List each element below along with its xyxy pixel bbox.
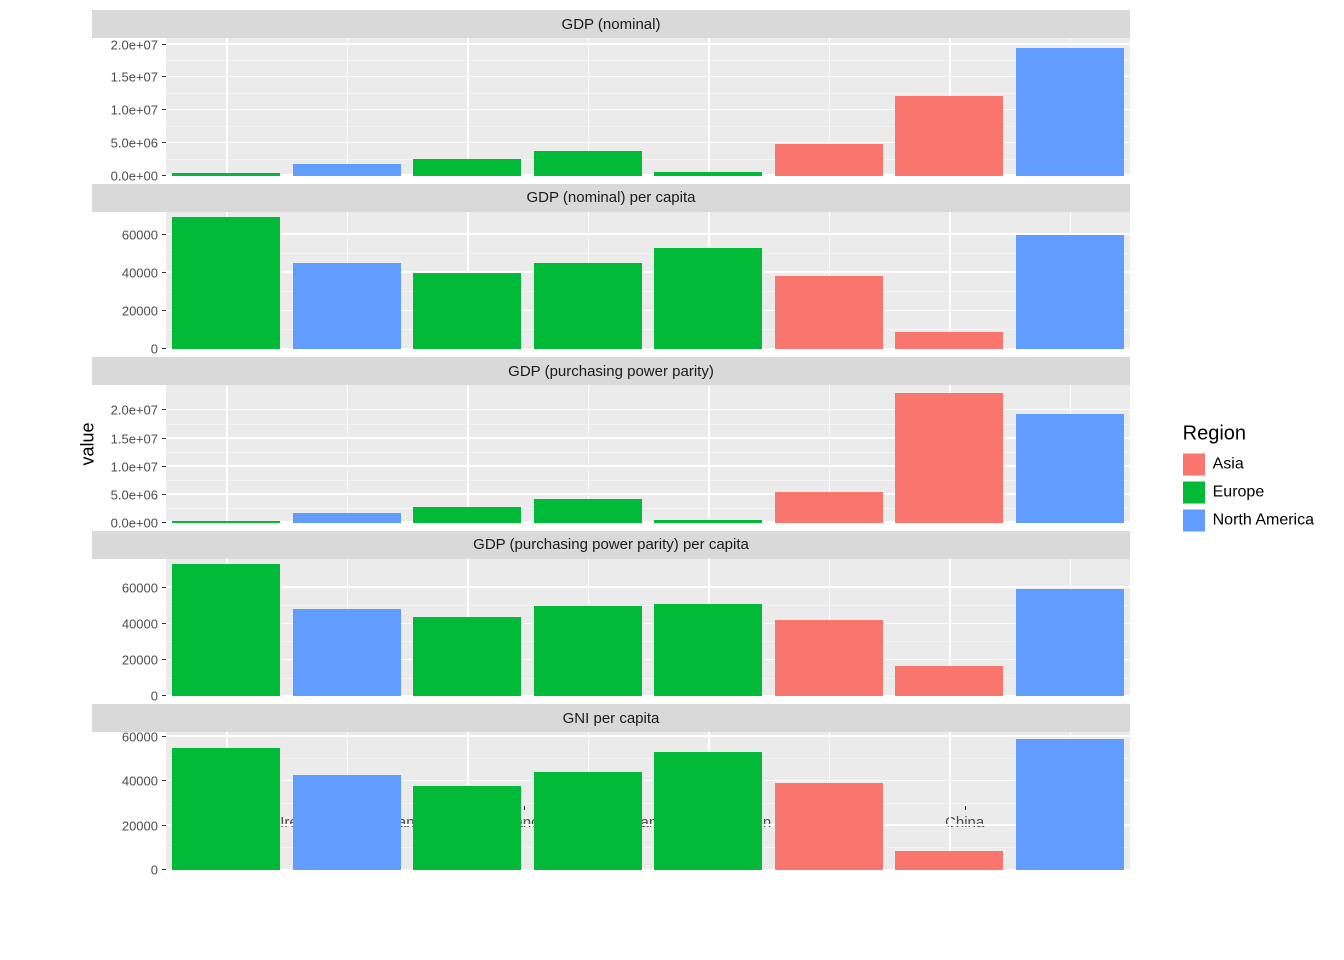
facet: GDP (nominal)0.0e+005.0e+061.0e+071.5e+0…	[92, 10, 1130, 176]
bar	[1016, 589, 1124, 697]
bar	[293, 164, 401, 175]
legend-swatch-icon	[1183, 510, 1205, 532]
facet-title: GDP (nominal)	[92, 10, 1130, 38]
bar	[172, 748, 280, 870]
bar	[172, 521, 280, 523]
bar	[775, 144, 883, 176]
legend-item-label: Europe	[1213, 484, 1265, 502]
y-tick-label: 5.0e+06	[111, 135, 158, 150]
bar	[775, 620, 883, 696]
bar	[172, 217, 280, 349]
bar	[534, 151, 642, 175]
legend-item-label: Asia	[1213, 456, 1244, 474]
y-tick-label: 20000	[122, 303, 158, 318]
bar	[895, 851, 1003, 870]
legend-title: Region	[1183, 423, 1314, 446]
y-tick-label: 20000	[122, 818, 158, 833]
y-tick-label: 60000	[122, 729, 158, 744]
facet: GNI per capita0200004000060000	[92, 704, 1130, 870]
bar	[1016, 739, 1124, 870]
facet-title: GDP (purchasing power parity)	[92, 357, 1130, 385]
legend-item: Asia	[1183, 454, 1314, 476]
y-tick-label: 1.0e+07	[111, 459, 158, 474]
bar	[413, 617, 521, 697]
bar	[413, 159, 521, 176]
facet-title: GDP (nominal) per capita	[92, 184, 1130, 212]
legend-swatch-icon	[1183, 454, 1205, 476]
y-tick-label: 0	[151, 862, 158, 877]
legend-item: North America	[1183, 510, 1314, 532]
y-tick-label: 0	[151, 689, 158, 704]
y-tick-label: 20000	[122, 653, 158, 668]
bar	[1016, 48, 1124, 175]
bar	[654, 604, 762, 696]
faceted-bar-chart: value GDP (nominal)0.0e+005.0e+061.0e+07…	[10, 10, 1130, 950]
plot-panel	[166, 212, 1130, 350]
bar	[895, 666, 1003, 696]
bar	[172, 173, 280, 175]
y-tick-label: 0.0e+00	[111, 168, 158, 183]
legend-item-label: North America	[1213, 512, 1314, 530]
bar	[534, 499, 642, 523]
facet-title: GDP (purchasing power parity) per capita	[92, 531, 1130, 559]
y-tick-label: 2.0e+07	[111, 403, 158, 418]
bar	[654, 520, 762, 523]
bar	[534, 606, 642, 697]
plot-panel	[166, 732, 1130, 870]
bar	[413, 273, 521, 349]
bar	[293, 775, 401, 870]
bar	[654, 172, 762, 176]
y-tick-label: 40000	[122, 774, 158, 789]
y-tick-label: 40000	[122, 616, 158, 631]
legend-item: Europe	[1183, 482, 1314, 504]
bar	[1016, 414, 1124, 523]
bar	[1016, 235, 1124, 349]
bar	[293, 513, 401, 523]
facet-title: GNI per capita	[92, 704, 1130, 732]
plot-panel	[166, 385, 1130, 523]
bar	[534, 772, 642, 870]
bar	[895, 332, 1003, 349]
bar	[895, 393, 1003, 523]
bar	[654, 752, 762, 870]
y-tick-label: 40000	[122, 265, 158, 280]
y-tick-label: 60000	[122, 227, 158, 242]
bar	[775, 276, 883, 350]
bar	[775, 492, 883, 522]
legend-swatch-icon	[1183, 482, 1205, 504]
bar	[413, 507, 521, 523]
facet: GDP (purchasing power parity)0.0e+005.0e…	[92, 357, 1130, 523]
y-tick-label: 60000	[122, 580, 158, 595]
plot-panel	[166, 38, 1130, 176]
y-tick-label: 0	[151, 342, 158, 357]
bar	[172, 564, 280, 696]
y-tick-label: 1.5e+07	[111, 70, 158, 85]
bar	[654, 248, 762, 349]
facet: GDP (nominal) per capita0200004000060000	[92, 184, 1130, 350]
bar	[293, 609, 401, 696]
bar	[534, 263, 642, 349]
y-tick-label: 0.0e+00	[111, 515, 158, 530]
y-tick-label: 1.0e+07	[111, 103, 158, 118]
plot-panel	[166, 559, 1130, 697]
y-tick-label: 2.0e+07	[111, 37, 158, 52]
y-tick-label: 5.0e+06	[111, 487, 158, 502]
bar	[413, 786, 521, 870]
bar	[293, 263, 401, 349]
facets-column: value GDP (nominal)0.0e+005.0e+061.0e+07…	[92, 10, 1130, 878]
bar	[775, 783, 883, 870]
y-tick-label: 1.5e+07	[111, 431, 158, 446]
legend: Region Asia Europe North America	[1183, 423, 1314, 538]
facet: GDP (purchasing power parity) per capita…	[92, 531, 1130, 697]
bar	[895, 96, 1003, 176]
